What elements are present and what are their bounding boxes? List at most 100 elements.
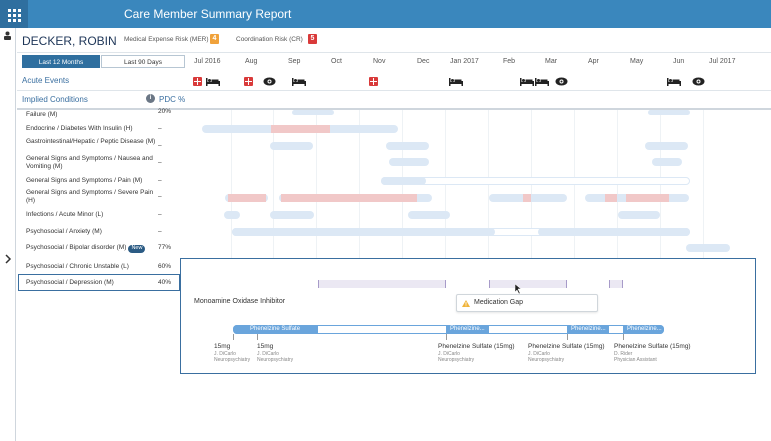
condition-pdc: 20% bbox=[158, 108, 172, 115]
condition-bar bbox=[652, 158, 682, 166]
condition-bar bbox=[381, 177, 690, 185]
gridline bbox=[445, 110, 446, 260]
condition-label[interactable]: Gastrointestinal/Hepatic / Peptic Diseas… bbox=[26, 138, 156, 146]
dose-label: 15mg bbox=[257, 343, 274, 350]
prescriber-specialty: Neuropsychiatry bbox=[528, 357, 565, 363]
left-rail bbox=[0, 0, 16, 441]
condition-label[interactable]: Psychosocial / Bipolar disorder (M) New bbox=[26, 244, 146, 253]
cr-label: Coordination Risk (CR) bbox=[236, 36, 303, 43]
acute-events-label: Acute Events bbox=[22, 76, 70, 85]
drug-segment[interactable]: Phenelzine... bbox=[446, 325, 489, 334]
new-badge: New bbox=[128, 245, 146, 253]
medication-gap-bar[interactable] bbox=[489, 280, 567, 288]
condition-label[interactable]: Infections / Acute Minor (L) bbox=[26, 211, 103, 219]
last-90-days-button[interactable]: Last 90 Days bbox=[101, 55, 185, 68]
patient-name: DECKER, ROBIN bbox=[22, 34, 117, 48]
condition-bar-gap bbox=[605, 194, 617, 202]
hospital-bed-icon[interactable] bbox=[206, 77, 220, 86]
gridline bbox=[402, 110, 403, 260]
month-label: Jul 2016 bbox=[194, 58, 221, 65]
page-title: Care Member Summary Report bbox=[124, 7, 292, 21]
eye-icon[interactable] bbox=[555, 77, 568, 86]
person-icon[interactable] bbox=[3, 31, 12, 40]
condition-bar-gap bbox=[626, 194, 669, 202]
condition-bar bbox=[270, 211, 314, 219]
condition-bar bbox=[408, 211, 450, 219]
condition-label[interactable]: General Signs and Symptoms / Pain (M) bbox=[26, 177, 142, 185]
condition-label[interactable]: General Signs and Symptoms / Severe Pain… bbox=[26, 189, 156, 204]
dose-tick bbox=[623, 334, 624, 340]
month-label: Nov bbox=[373, 58, 386, 65]
warning-icon bbox=[462, 300, 470, 307]
emergency-icon[interactable] bbox=[193, 77, 202, 86]
chevron-right-icon[interactable] bbox=[4, 254, 12, 264]
mer-badge: 4 bbox=[210, 34, 219, 44]
month-label: Dec bbox=[417, 58, 430, 65]
apps-grid-icon[interactable] bbox=[0, 0, 28, 28]
prescriber-info: J. DiCarlo Neuropsychiatry bbox=[528, 351, 564, 363]
condition-bar bbox=[232, 228, 495, 236]
info-icon[interactable]: i bbox=[146, 94, 155, 103]
condition-pdc: – bbox=[158, 125, 162, 132]
condition-label[interactable]: Failure (M) bbox=[26, 111, 57, 119]
implied-conditions-label: Implied Conditions bbox=[22, 95, 88, 104]
medication-gap-bar[interactable] bbox=[318, 280, 446, 288]
drug-segment[interactable]: Phenelzine... bbox=[567, 325, 609, 334]
hospital-bed-icon[interactable] bbox=[520, 77, 534, 86]
patient-summary: DECKER, ROBIN Medical Expense Risk (MER)… bbox=[17, 28, 771, 52]
divider bbox=[17, 52, 771, 53]
condition-bar bbox=[686, 244, 730, 252]
hospital-bed-icon[interactable] bbox=[449, 77, 463, 86]
hospital-bed-icon[interactable] bbox=[667, 77, 681, 86]
condition-bar-gap bbox=[523, 194, 531, 202]
condition-pdc: – bbox=[158, 159, 162, 166]
prescriber-info: J. DiCarlo Neuropsychiatry bbox=[257, 351, 293, 363]
hospital-bed-icon[interactable] bbox=[292, 77, 306, 86]
condition-pdc: – bbox=[158, 211, 162, 218]
condition-pdc: – bbox=[158, 177, 162, 184]
gridline bbox=[574, 110, 575, 260]
month-label: Sep bbox=[288, 58, 301, 65]
prescriber-info: D. Rider Physician Assistant bbox=[614, 351, 657, 363]
condition-pdc: 60% bbox=[158, 263, 172, 270]
month-label: Jan 2017 bbox=[450, 58, 479, 65]
medication-gap-bar[interactable] bbox=[609, 280, 623, 288]
condition-pdc: – bbox=[158, 228, 162, 235]
gridline bbox=[703, 110, 704, 260]
condition-bar bbox=[618, 211, 660, 219]
prescriber-info: J. DiCarlo Neuropsychiatry bbox=[438, 351, 474, 363]
drug-segment[interactable]: Phenelzine Sulfate bbox=[233, 325, 318, 334]
last-12-months-button[interactable]: Last 12 Months bbox=[22, 55, 100, 68]
mouse-cursor-icon bbox=[515, 284, 522, 294]
dose-label: Phenelzine Sulfate (15mg) bbox=[528, 343, 605, 350]
condition-bar-gap bbox=[281, 194, 417, 202]
dose-label: Phenelzine Sulfate (15mg) bbox=[438, 343, 515, 350]
condition-bar bbox=[386, 142, 429, 150]
condition-label[interactable]: Endocrine / Diabetes With Insulin (H) bbox=[26, 125, 133, 133]
eye-icon[interactable] bbox=[692, 77, 705, 86]
pdc-header: PDC % bbox=[159, 95, 186, 104]
condition-bar bbox=[645, 142, 688, 150]
medication-gap-tooltip: Medication Gap bbox=[456, 294, 598, 312]
condition-label[interactable]: Psychosocial / Depression (M) bbox=[26, 279, 114, 287]
mer-label: Medical Expense Risk (MER) bbox=[124, 36, 209, 43]
condition-bar-gap bbox=[271, 125, 330, 133]
condition-label[interactable]: General Signs and Symptoms / Nausea and … bbox=[26, 155, 156, 170]
dose-tick bbox=[233, 334, 234, 340]
condition-bar bbox=[270, 142, 313, 150]
app-header: Care Member Summary Report bbox=[28, 0, 771, 28]
dose-label: Phenelzine Sulfate (15mg) bbox=[614, 343, 691, 350]
eye-icon[interactable] bbox=[263, 77, 276, 86]
hospital-bed-icon[interactable] bbox=[535, 77, 549, 86]
condition-label[interactable]: Psychosocial / Chronic Unstable (L) bbox=[26, 263, 129, 271]
prescriber-specialty: Neuropsychiatry bbox=[257, 357, 294, 363]
month-label: Aug bbox=[245, 58, 258, 65]
condition-label[interactable]: Psychosocial / Anxiety (M) bbox=[26, 228, 102, 236]
drug-segment[interactable]: Phenelzine... bbox=[623, 325, 664, 334]
month-label: May bbox=[630, 58, 644, 65]
emergency-icon[interactable] bbox=[244, 77, 253, 86]
condition-pdc: – bbox=[158, 142, 162, 149]
emergency-icon[interactable] bbox=[369, 77, 378, 86]
dose-label: 15mg bbox=[214, 343, 231, 350]
divider bbox=[17, 90, 771, 91]
